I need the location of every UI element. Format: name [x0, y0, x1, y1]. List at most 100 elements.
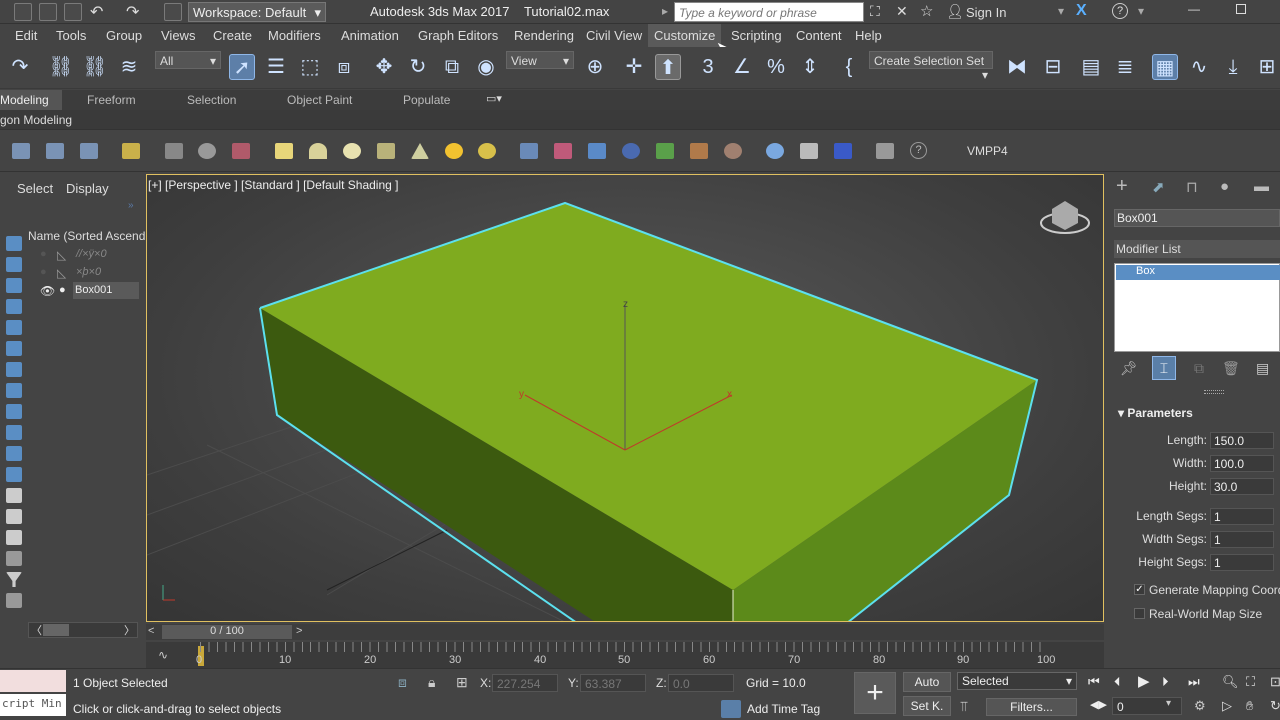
filter-visibility-icon[interactable]	[6, 467, 22, 482]
filter-groups-icon[interactable]	[6, 362, 22, 377]
isolate-selection-icon[interactable]: ⧈	[398, 674, 407, 691]
ribbon-options-icon[interactable]: ▭▾	[486, 92, 502, 105]
maxscript-mini-listener[interactable]: cript Min	[0, 694, 66, 716]
menu-views[interactable]: Views	[161, 28, 195, 43]
gen-mapping-checkbox[interactable]: ✓	[1134, 584, 1145, 595]
menu-group[interactable]: Group	[106, 28, 142, 43]
perspective-viewport[interactable]: z x y	[146, 174, 1104, 622]
percent-snap-icon[interactable]: %	[763, 54, 789, 80]
help-icon[interactable]: ?	[1112, 3, 1128, 19]
eye-icon[interactable]: 👁︎	[40, 284, 55, 298]
menu-help[interactable]: Help	[855, 28, 882, 43]
sign-in-link[interactable]: Sign In	[966, 5, 1006, 20]
scroll-right-icon[interactable]: 〉	[124, 622, 135, 638]
layer-icon[interactable]	[46, 143, 64, 159]
bone-icon[interactable]	[165, 143, 183, 159]
x-coord-field[interactable]: 227.254	[492, 674, 558, 692]
environment-icon[interactable]	[800, 143, 818, 159]
filter-helpers-icon[interactable]	[6, 320, 22, 335]
teapot-icon[interactable]	[377, 143, 395, 159]
angle-snap-icon[interactable]: ∠	[729, 54, 755, 80]
window-crossing-icon[interactable]: ⧈	[331, 54, 357, 80]
tab-populate[interactable]: Populate	[403, 93, 450, 107]
redo-arrow-icon[interactable]: ↷	[7, 54, 33, 80]
viewcube-icon[interactable]	[1040, 201, 1090, 234]
filter-shapes-icon[interactable]	[6, 257, 22, 272]
select-object-icon[interactable]: ➚	[229, 54, 255, 80]
explorer-tab-select[interactable]: Select	[17, 181, 53, 196]
zoom-all-icon[interactable]: ⛶	[1246, 674, 1255, 690]
tab-modeling[interactable]: Modeling	[0, 93, 49, 107]
scroll-left-icon[interactable]: 〈	[31, 622, 42, 638]
display-none-icon[interactable]	[6, 509, 22, 524]
find-icon[interactable]	[6, 551, 22, 566]
menu-animation[interactable]: Animation	[341, 28, 399, 43]
sun-icon[interactable]	[445, 143, 463, 159]
resize-grip-icon[interactable]	[1204, 390, 1224, 394]
link-icon[interactable]: ⛓	[48, 54, 74, 80]
display-invert-icon[interactable]	[6, 530, 22, 545]
display-all-icon[interactable]	[6, 488, 22, 503]
spacewarp-icon[interactable]	[520, 143, 538, 159]
show-end-result-icon[interactable]: ⌶	[1152, 356, 1176, 380]
pin-stack-icon[interactable]: 📌︎	[1120, 360, 1138, 377]
add-time-tag[interactable]: Add Time Tag	[747, 702, 820, 716]
column-header-name[interactable]: Name (Sorted Ascend	[28, 229, 145, 243]
bind-space-warp-icon[interactable]: ≋	[116, 54, 142, 80]
chevron-down-icon[interactable]: ▾	[1166, 698, 1171, 709]
filter-spacewarps-icon[interactable]	[6, 341, 22, 356]
render-frame-icon[interactable]	[834, 143, 852, 159]
mirror-icon[interactable]: ⧓	[1004, 54, 1030, 80]
place-icon[interactable]: ◉	[473, 54, 499, 80]
open-file-icon[interactable]	[39, 3, 57, 21]
menu-customize[interactable]: Customize	[648, 24, 722, 47]
ribbon-toggle-icon[interactable]: ≣	[1112, 54, 1138, 80]
particle-icon[interactable]	[232, 143, 250, 159]
next-frame-icon[interactable]: >	[296, 625, 302, 637]
align-icon[interactable]: ⊟	[1040, 54, 1066, 80]
exchange-icon[interactable]: X	[1076, 2, 1087, 20]
select-by-name-icon[interactable]: ☰	[263, 54, 289, 80]
scene-explorer-icon[interactable]: ▦	[1152, 54, 1178, 80]
named-selection-set-dropdown[interactable]: Create Selection Set ▾	[869, 51, 993, 82]
restore-icon[interactable]	[1236, 4, 1246, 14]
select-manipulate-icon[interactable]: ✛	[621, 54, 647, 80]
real-world-checkbox[interactable]	[1134, 608, 1145, 619]
visibility-off-icon[interactable]: ●	[40, 248, 47, 260]
prev-frame-icon[interactable]: <	[148, 625, 154, 637]
dynamics-icon[interactable]	[554, 143, 572, 159]
next-key-icon[interactable]: ⏵	[1162, 674, 1169, 690]
modifier-stack-item[interactable]: Box	[1116, 265, 1280, 280]
viewport-settings-icon[interactable]	[876, 143, 894, 159]
curve-editor-icon[interactable]: ∿	[1186, 54, 1212, 80]
menu-modifiers[interactable]: Modifiers	[268, 28, 321, 43]
binoculars-icon[interactable]: ⛶	[870, 3, 880, 20]
menu-edit[interactable]: Edit	[15, 28, 37, 43]
menu-rendering[interactable]: Rendering	[514, 28, 574, 43]
star-icon[interactable]: ☆	[920, 2, 933, 20]
menu-graph-editors[interactable]: Graph Editors	[418, 28, 498, 43]
time-tag-icon[interactable]	[721, 700, 741, 718]
rotate-icon[interactable]: ↻	[405, 54, 431, 80]
save-file-icon[interactable]	[64, 3, 82, 21]
set-key-button[interactable]: Set K.	[903, 696, 951, 716]
foliage-icon[interactable]	[656, 143, 674, 159]
list-item[interactable]: //×ÿ×0	[76, 248, 107, 260]
spinner-snap-icon[interactable]: ⇕	[797, 54, 823, 80]
table-icon[interactable]	[80, 143, 98, 159]
chevron-down-icon[interactable]: ▾	[1138, 4, 1144, 18]
scroll-thumb[interactable]	[43, 624, 69, 636]
snaps-toggle-icon[interactable]: 3	[695, 54, 721, 80]
current-frame-field[interactable]: 0	[1112, 697, 1182, 715]
create-tab-icon[interactable]: +	[1116, 175, 1128, 198]
zoom-extents-icon[interactable]: ⊡	[1270, 674, 1280, 690]
tools-icon[interactable]: ✕	[896, 3, 908, 20]
plane-icon[interactable]	[275, 143, 293, 159]
filter-cameras-icon[interactable]	[6, 299, 22, 314]
filter-containers-icon[interactable]	[6, 425, 22, 440]
key-filter-dropdown[interactable]: Selected ▾	[957, 672, 1077, 690]
layer-manager-icon[interactable]	[6, 593, 22, 608]
reference-coord-dropdown[interactable]: View ▾	[506, 51, 574, 69]
motion-tab-icon[interactable]: ●	[1220, 178, 1229, 195]
undo-icon[interactable]: ↶	[90, 2, 103, 22]
